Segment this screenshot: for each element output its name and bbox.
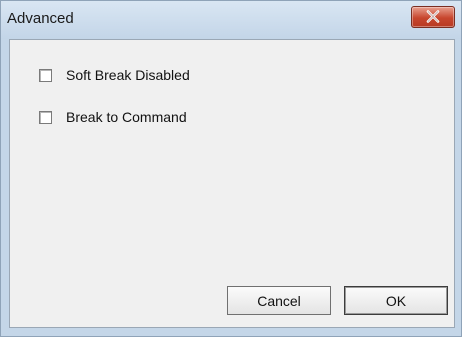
close-button[interactable] <box>411 6 455 28</box>
cancel-button[interactable]: Cancel <box>227 286 331 315</box>
dialog-content: Soft Break Disabled Break to Command Can… <box>9 39 455 328</box>
soft-break-disabled-checkbox[interactable] <box>39 68 52 82</box>
advanced-dialog: Advanced Soft Break Disabled Break to Co… <box>0 0 462 337</box>
close-icon <box>426 10 440 23</box>
break-to-command-label[interactable]: Break to Command <box>66 109 187 125</box>
break-to-command-checkbox[interactable] <box>39 110 52 124</box>
soft-break-disabled-label[interactable]: Soft Break Disabled <box>66 67 190 83</box>
option-soft-break-disabled[interactable]: Soft Break Disabled <box>39 66 190 84</box>
window-title: Advanced <box>7 10 74 27</box>
title-bar[interactable]: Advanced <box>1 1 461 39</box>
option-break-to-command[interactable]: Break to Command <box>39 108 187 126</box>
ok-button[interactable]: OK <box>344 286 448 315</box>
